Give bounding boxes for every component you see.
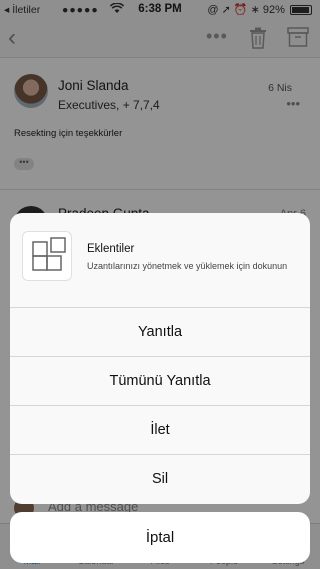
reply-all-button[interactable]: Tümünü Yanıtla (10, 357, 310, 406)
action-sheet: Eklentiler Uzantılarınızı yönetmek ve yü… (10, 213, 310, 504)
addins-icon (22, 231, 72, 281)
cancel-button[interactable]: İptal (10, 512, 310, 563)
addins-row[interactable]: Eklentiler Uzantılarınızı yönetmek ve yü… (10, 213, 310, 308)
forward-button[interactable]: İlet (10, 406, 310, 455)
delete-button[interactable]: Sil (10, 455, 310, 504)
addins-title: Eklentiler (87, 243, 135, 255)
reply-button[interactable]: Yanıtla (10, 308, 310, 357)
addins-subtitle: Uzantılarınızı yönetmek ve yüklemek için… (87, 261, 288, 271)
